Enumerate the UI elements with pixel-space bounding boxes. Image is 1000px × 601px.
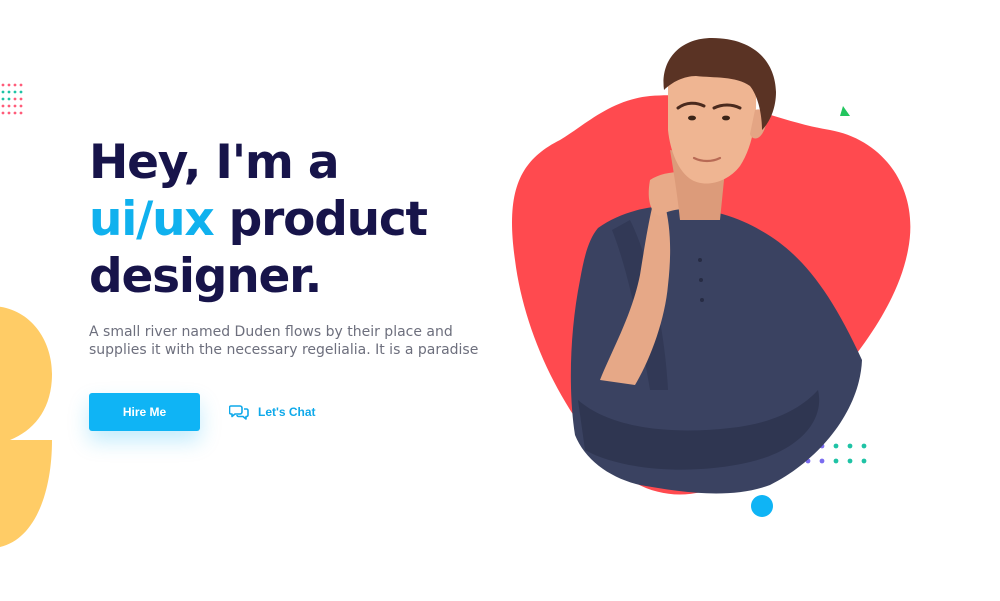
hero-headline: Hey, I'm a ui/ux product designer. <box>89 134 509 305</box>
decorative-dots <box>1 83 23 115</box>
green-triangle-shape <box>840 106 850 116</box>
headline-line-3: designer. <box>89 249 322 304</box>
headline-line-1: Hey, I'm a <box>89 135 340 190</box>
hero-description: A small river named Duden flows by their… <box>89 324 479 358</box>
hero-actions: Hire Me Let's Chat <box>89 393 316 431</box>
hero-page: Hey, I'm a ui/ux product designer. A sma… <box>0 0 1000 601</box>
yellow-blob-shape <box>0 306 52 547</box>
hire-me-button[interactable]: Hire Me <box>89 393 200 431</box>
hero-text-block: Hey, I'm a ui/ux product designer. A sma… <box>89 134 509 359</box>
chat-bubbles-icon <box>229 404 249 420</box>
headline-accent: ui/ux <box>89 192 215 247</box>
blue-dot-shape <box>751 495 773 517</box>
lets-chat-label: Let's Chat <box>258 405 316 419</box>
hero-illustration <box>512 38 911 517</box>
headline-line-2: product <box>213 192 428 247</box>
lets-chat-link[interactable]: Let's Chat <box>229 404 316 420</box>
